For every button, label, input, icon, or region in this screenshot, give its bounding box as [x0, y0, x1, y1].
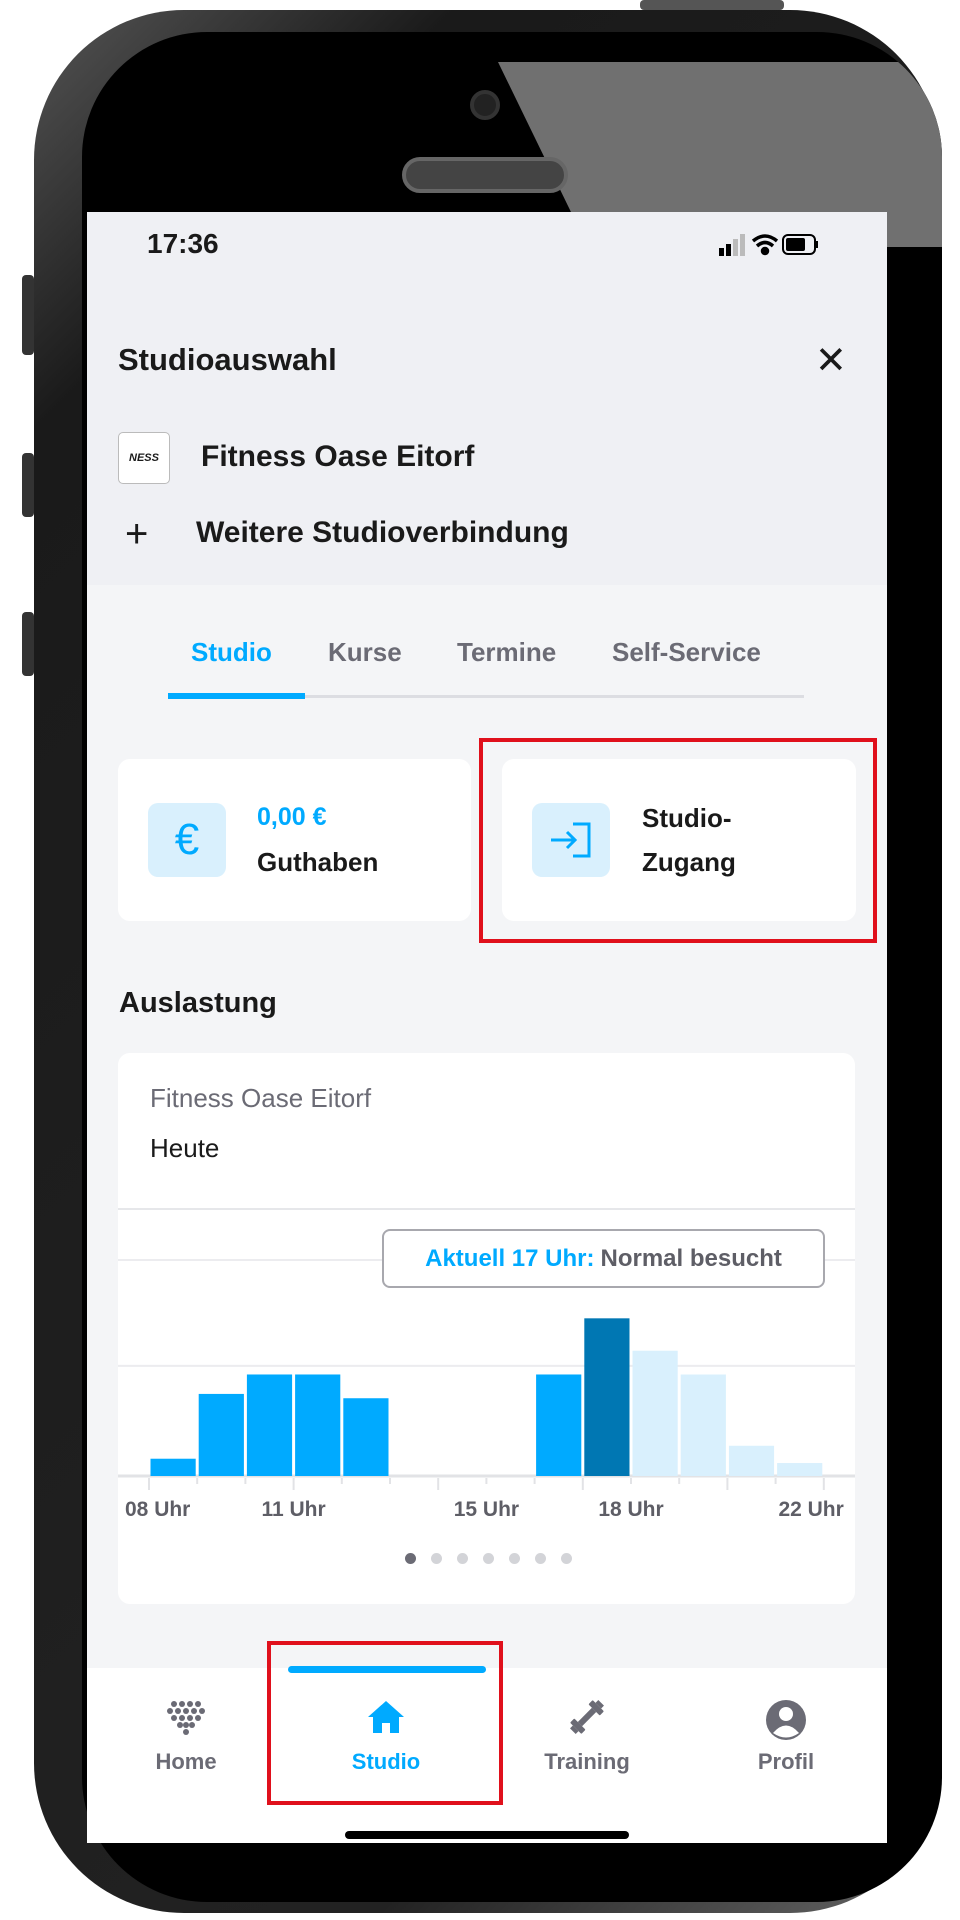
- tab-active-indicator: [168, 693, 305, 699]
- section-title: Auslastung: [119, 987, 277, 1019]
- tooltip-status: Normal besucht: [600, 1244, 782, 1272]
- speaker: [402, 157, 568, 193]
- tab-termine[interactable]: Termine: [457, 637, 556, 668]
- volume-up-button: [22, 453, 34, 517]
- x-tick-label: 08 Uhr: [125, 1498, 190, 1521]
- add-studio-connection[interactable]: Weitere Studioverbindung: [196, 516, 569, 550]
- battery-icon: [782, 234, 818, 255]
- tab-self-service[interactable]: Self-Service: [612, 637, 761, 668]
- page-dot[interactable]: [509, 1553, 520, 1564]
- x-tick-label: 15 Uhr: [454, 1498, 519, 1521]
- page-dot[interactable]: [535, 1553, 546, 1564]
- studio-item-fitness-oase[interactable]: Fitness Oase Eitorf: [201, 440, 474, 474]
- chart-studio-name: Fitness Oase Eitorf: [150, 1083, 372, 1113]
- page-dots: [405, 1553, 572, 1564]
- x-tick-label: 11 Uhr: [261, 1498, 325, 1521]
- home-indicator: [345, 1831, 629, 1839]
- bar-11: [295, 1374, 341, 1476]
- balance-value: 0,00 €: [257, 803, 327, 831]
- nav-training[interactable]: Training: [517, 1698, 657, 1775]
- dumbbell-icon: [570, 1700, 604, 1734]
- divider: [118, 1208, 855, 1210]
- page-dot[interactable]: [561, 1553, 572, 1564]
- chart-day: Heute: [150, 1133, 220, 1163]
- x-tick-label: 18 Uhr: [598, 1498, 663, 1521]
- profile-icon: [766, 1700, 806, 1740]
- nav-training-label: Training: [544, 1749, 630, 1774]
- wifi-icon: [751, 234, 779, 256]
- nav-profil[interactable]: Profil: [716, 1698, 856, 1775]
- status-time: 17:36: [147, 228, 219, 259]
- page-dot[interactable]: [405, 1553, 416, 1564]
- occupancy-card: Fitness Oase Eitorf Heute 08 Uhr 11 Uhr 15…: [118, 1053, 855, 1604]
- bar-19: [680, 1374, 726, 1476]
- euro-icon: €: [148, 803, 226, 877]
- volume-down-button: [22, 612, 34, 676]
- nav-home-label: Home: [155, 1749, 217, 1774]
- balance-label: Guthaben: [257, 847, 379, 877]
- tab-kurse[interactable]: Kurse: [328, 637, 402, 668]
- page-dot[interactable]: [431, 1553, 442, 1564]
- status-icons: [719, 234, 818, 256]
- bar-16: [536, 1374, 582, 1476]
- bar-12: [343, 1398, 389, 1476]
- camera-icon: [470, 90, 500, 120]
- nav-profil-label: Profil: [757, 1749, 815, 1774]
- bar-08: [150, 1458, 196, 1476]
- bar-18: [632, 1350, 678, 1476]
- nav-home[interactable]: Home: [116, 1698, 256, 1775]
- tooltip-prefix: Aktuell 17 Uhr:: [425, 1244, 595, 1272]
- plus-icon[interactable]: +: [125, 512, 148, 557]
- close-icon[interactable]: ✕: [815, 338, 847, 383]
- bar-21: [777, 1463, 823, 1476]
- page-dot[interactable]: [483, 1553, 494, 1564]
- x-tick-label: 22 Uhr: [778, 1498, 843, 1521]
- logo-text: NESS: [129, 452, 159, 464]
- current-tooltip: Aktuell 17 Uhr: Normal besucht: [382, 1229, 825, 1288]
- tab-studio[interactable]: Studio: [191, 637, 272, 668]
- bar-20: [728, 1445, 775, 1476]
- bar-09: [198, 1393, 244, 1476]
- bar-17: [584, 1318, 630, 1476]
- bar-10: [246, 1374, 293, 1476]
- mute-switch: [22, 275, 34, 355]
- home-dots-icon: [167, 1701, 205, 1735]
- app-screen: 17:36 Studioauswahl ✕ NESS Fitness Oase …: [87, 212, 887, 1843]
- power-button: [640, 0, 784, 10]
- page-dot[interactable]: [457, 1553, 468, 1564]
- highlight-box-access: [479, 738, 877, 943]
- highlight-box-studio-nav: [267, 1641, 503, 1805]
- studio-logo: NESS: [118, 432, 170, 484]
- signal-icon: [719, 234, 745, 256]
- balance-card[interactable]: € 0,00 € Guthaben: [118, 759, 471, 921]
- page-title: Studioauswahl: [118, 342, 337, 377]
